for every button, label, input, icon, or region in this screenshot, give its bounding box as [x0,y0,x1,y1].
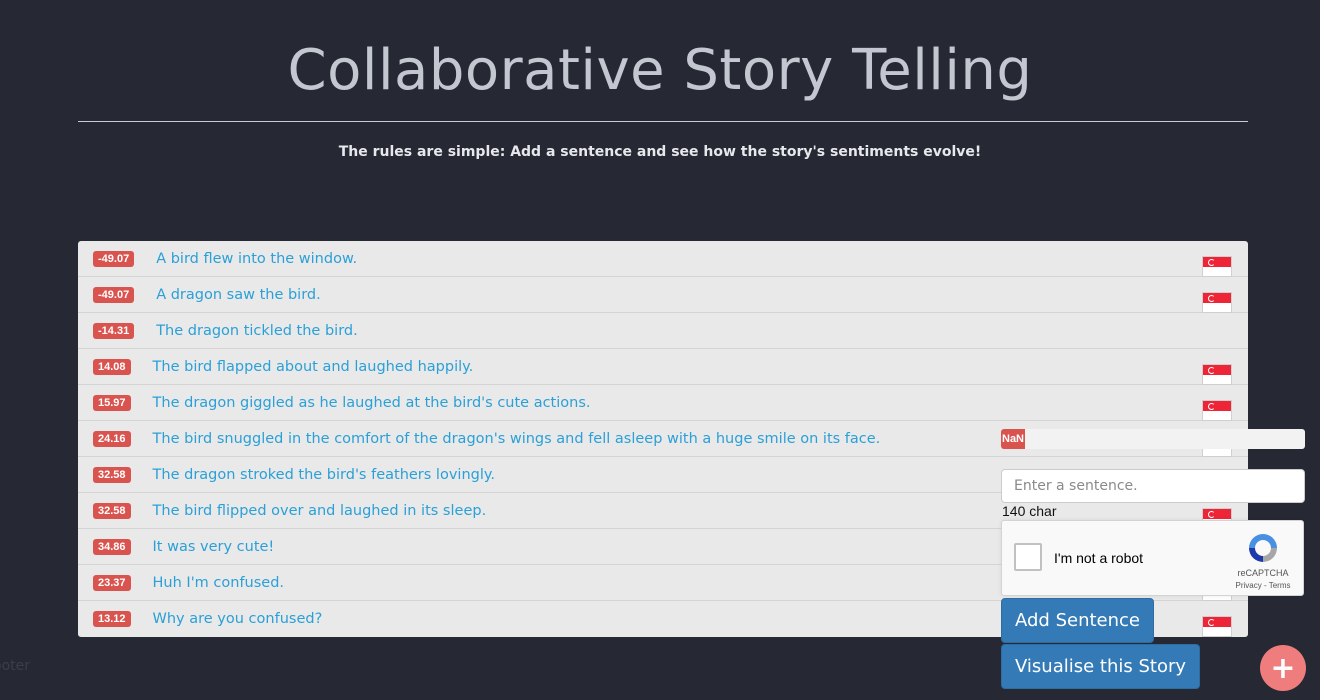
visualise-story-button[interactable]: Visualise this Story [1001,644,1200,689]
story-sentence-link[interactable]: A bird flew into the window. [156,251,357,267]
sentiment-score-badge: 24.16 [93,430,131,447]
story-row: 15.97 The dragon giggled as he laughed at… [78,385,1248,421]
recaptcha-logo-icon [1249,534,1277,562]
story-sentence-link[interactable]: The bird flipped over and laughed in its… [153,503,487,519]
story-sentence-link[interactable]: The bird flapped about and laughed happi… [153,359,474,375]
add-sentence-button[interactable]: Add Sentence [1001,598,1154,643]
singapore-flag-icon[interactable] [1202,292,1232,313]
sentiment-score-badge: 32.58 [93,466,131,483]
singapore-flag-icon[interactable] [1202,256,1232,277]
recaptcha-brand: reCAPTCHA [1237,568,1289,578]
plus-icon: + [1270,650,1296,686]
recaptcha-terms-link[interactable]: Privacy - Terms [1224,581,1302,590]
title-divider [78,121,1248,122]
footer-text: ooter [0,658,30,674]
story-row: 14.08 The bird flapped about and laughed … [78,349,1248,385]
sentiment-progress-bar: NaN [1001,429,1305,449]
sentiment-score-badge: 13.12 [93,611,131,627]
page-subtitle: The rules are simple: Add a sentence and… [338,144,982,160]
char-counter: 140 char [1002,503,1057,519]
story-sentence-link[interactable]: Why are you confused? [153,611,323,627]
sentiment-score-badge: 15.97 [93,394,131,411]
story-row: -49.07 A dragon saw the bird. [78,277,1248,313]
sentiment-score-badge: 32.58 [93,502,131,519]
sentence-input[interactable] [1001,469,1305,503]
singapore-flag-icon[interactable] [1202,400,1232,421]
page-title: Collaborative Story Telling [287,38,1033,103]
story-sentence-link[interactable]: It was very cute! [153,539,275,555]
story-sentence-link[interactable]: The dragon tickled the bird. [156,323,358,339]
story-sentence-link[interactable]: The dragon stroked the bird's feathers l… [153,467,495,483]
story-sentence-link[interactable]: A dragon saw the bird. [156,287,321,303]
sentiment-score-badge: 23.37 [93,574,131,591]
recaptcha-label: I'm not a robot [1054,550,1144,566]
singapore-flag-icon[interactable] [1202,616,1232,637]
singapore-flag-icon[interactable] [1202,364,1232,385]
story-sentence-link[interactable]: The dragon giggled as he laughed at the … [153,395,591,411]
recaptcha-widget: I'm not a robot reCAPTCHA Privacy - Term… [1001,520,1304,596]
story-sentence-link[interactable]: Huh I'm confused. [153,575,285,591]
sentiment-score-badge: 14.08 [93,358,131,375]
story-sentence-link[interactable]: The bird snuggled in the comfort of the … [153,431,881,447]
fab-add-button[interactable]: + [1260,645,1306,691]
sentiment-score-badge: -49.07 [93,250,135,267]
recaptcha-checkbox[interactable] [1014,543,1042,571]
sentiment-score-badge: 34.86 [93,538,131,555]
sentiment-score-badge: -14.31 [93,322,135,339]
sentiment-score-badge: -49.07 [93,286,135,303]
sentiment-progress-fill: NaN [1001,429,1025,449]
story-row: -49.07 A bird flew into the window. [78,241,1248,277]
story-row: -14.31 The dragon tickled the bird. [78,313,1248,349]
